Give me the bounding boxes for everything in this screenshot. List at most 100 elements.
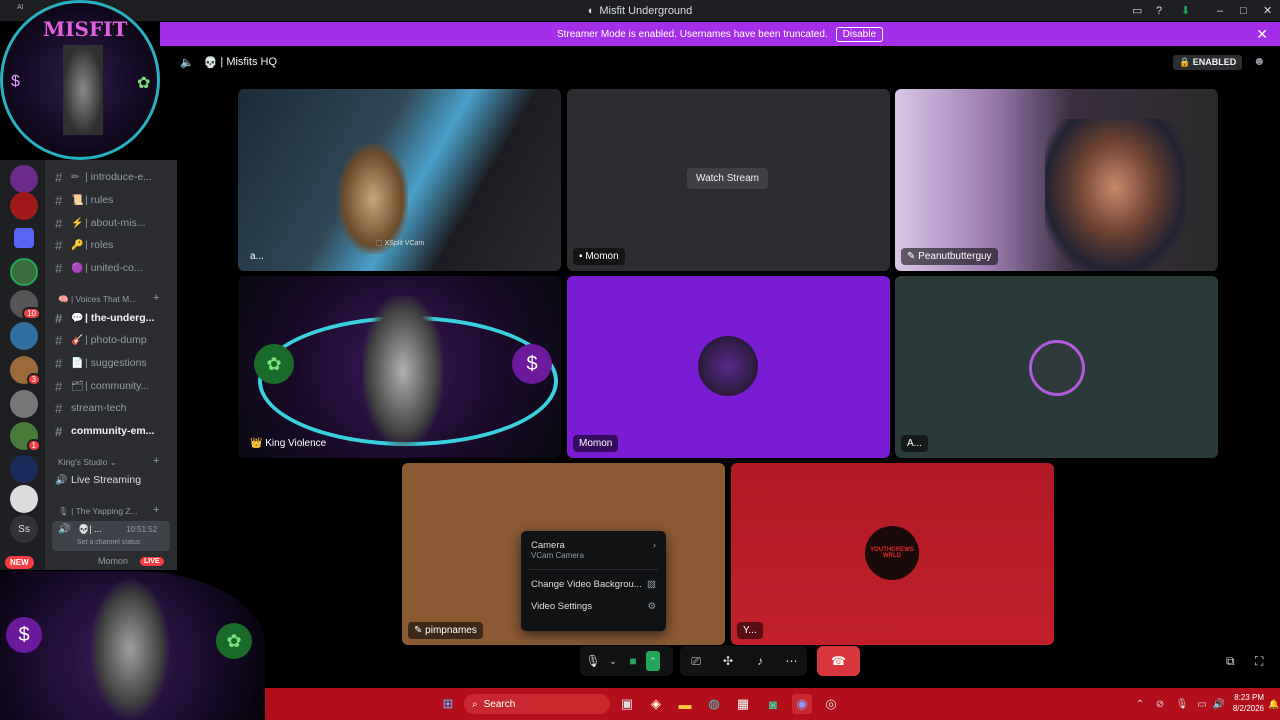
file-explorer-icon[interactable]: ▬: [675, 694, 695, 714]
text-channel-icon: #: [55, 423, 63, 439]
current-voice-channel[interactable]: 🔊 💀| ... 10:51:52 Set a channel status: [52, 521, 170, 551]
network-off-icon[interactable]: ⊘: [1150, 694, 1170, 714]
chevron-down-icon[interactable]: ⌄: [606, 656, 620, 667]
channel-introduce[interactable]: # ✏ | introduce-e...: [55, 167, 152, 187]
members-icon[interactable]: ☻: [1253, 54, 1266, 68]
server-icon[interactable]: [10, 192, 38, 220]
misfit-overlay-logo: MISFIT $ ✿: [0, 0, 160, 160]
disconnect-button[interactable]: ☎: [817, 646, 860, 676]
popout-icon[interactable]: ⧉: [1226, 654, 1235, 669]
change-background-item[interactable]: Change Video Backgrou... ▨: [521, 576, 666, 593]
text-channel-icon: #: [55, 332, 63, 348]
camera-icon[interactable]: ■: [620, 654, 646, 668]
text-channel-icon: #: [55, 260, 63, 276]
channel-rules[interactable]: # 📜 | rules: [55, 190, 113, 210]
category-voices[interactable]: 🧠 | Voices That M...: [58, 294, 136, 305]
server-icon[interactable]: 3: [10, 356, 41, 386]
raccoon-artwork: [363, 296, 443, 446]
close-icon[interactable]: ✕: [1263, 0, 1272, 21]
voice-channel-live-streaming[interactable]: 🔊 Live Streaming: [55, 470, 141, 490]
activities-icon[interactable]: ✣: [712, 654, 744, 668]
voice-channel-name: 💀| ...: [78, 524, 102, 534]
server-icon[interactable]: [10, 390, 38, 418]
start-icon[interactable]: ⊞: [438, 694, 458, 714]
server-icon[interactable]: 10: [10, 290, 41, 320]
copilot-icon[interactable]: ◈: [646, 694, 666, 714]
enabled-badge[interactable]: 🔒 ENABLED: [1173, 55, 1243, 70]
server-icon[interactable]: [10, 258, 38, 286]
discord-icon[interactable]: ◉: [792, 694, 812, 714]
clock[interactable]: 8:23 PM 8/2/2026: [1228, 692, 1264, 714]
leaf-icon: ✿: [216, 623, 252, 659]
channel-community[interactable]: # 🗂 | community...: [55, 376, 149, 396]
video-tile[interactable]: ⬚ XSplit VCam a...: [238, 89, 561, 271]
channel-suggestions[interactable]: # 📄 | suggestions: [55, 353, 147, 373]
text-channel-icon: #: [55, 215, 63, 231]
video-tile[interactable]: YOUTHGREWS WRLD Y...: [731, 463, 1054, 645]
channel-the-underground[interactable]: # 💬 | the-underg...: [55, 308, 154, 328]
add-channel-icon[interactable]: +: [153, 455, 159, 467]
channel-stream-tech[interactable]: # stream-tech: [55, 398, 126, 418]
watch-stream-button[interactable]: Watch Stream: [687, 168, 768, 189]
channel-united[interactable]: # 🟣 | united-co...: [55, 258, 143, 278]
window-title: Misfit Underground: [599, 4, 693, 17]
folder-icon[interactable]: [14, 228, 34, 248]
category-kings-studio[interactable]: King's Studio ⌄: [58, 457, 117, 468]
channel-roles[interactable]: # 🔑 | roles: [55, 235, 113, 255]
video-tile[interactable]: ✿ $ 👑 King Violence: [238, 276, 561, 458]
soundboard-icon[interactable]: ♪: [744, 654, 776, 668]
category-yapping[interactable]: 🎙 | The Yapping Z...: [58, 506, 138, 517]
video-tile[interactable]: ✎ Peanutbutterguy: [895, 89, 1218, 271]
live-badge: LIVE: [140, 556, 164, 566]
mic-icon[interactable]: 🎙: [1172, 694, 1192, 714]
store-icon[interactable]: ▦: [733, 694, 753, 714]
video-settings-item[interactable]: Video Settings ⚙: [521, 598, 666, 615]
add-channel-icon[interactable]: +: [153, 504, 159, 516]
server-icon[interactable]: [10, 485, 38, 513]
chevron-right-icon: ›: [652, 540, 656, 551]
chevron-up-icon[interactable]: ⌃: [646, 651, 660, 671]
task-view-icon[interactable]: ▣: [617, 694, 637, 714]
date: 8/2/2026: [1232, 704, 1264, 713]
screen-share-icon[interactable]: ⎚: [680, 654, 712, 669]
more-icon[interactable]: ⋯: [776, 654, 807, 668]
server-icon[interactable]: [10, 165, 38, 193]
participant-name: Momon: [573, 435, 619, 452]
voice-member[interactable]: Momon LIVE: [98, 556, 164, 566]
add-channel-icon[interactable]: +: [153, 292, 159, 304]
participant-nametag: 👑 King Violence: [250, 438, 327, 449]
streamer-mode-banner: Streamer Mode is enabled. Usernames have…: [160, 22, 1280, 46]
server-icon[interactable]: [10, 455, 38, 483]
channel-status-prompt[interactable]: Set a channel status: [77, 539, 140, 546]
disable-streamer-mode-button[interactable]: Disable: [835, 26, 884, 42]
search-box[interactable]: ⌕ Search: [464, 694, 610, 714]
mic-icon[interactable]: 🎙: [580, 654, 606, 668]
fullscreen-icon[interactable]: ⛶: [1255, 654, 1263, 669]
channel-about[interactable]: # ⚡ | about-mis...: [55, 213, 146, 233]
minimize-icon[interactable]: –: [1217, 0, 1223, 21]
video-tile[interactable]: Momon: [567, 276, 890, 458]
video-tile[interactable]: A...: [895, 276, 1218, 458]
text-channel-icon: #: [55, 310, 63, 326]
maximize-icon[interactable]: □: [1240, 0, 1247, 21]
help-icon[interactable]: ?: [1156, 0, 1162, 21]
notification-icon[interactable]: 🔔: [1264, 694, 1280, 714]
speaker-icon: 🔈: [180, 56, 194, 69]
inbox-icon[interactable]: ▭: [1132, 0, 1142, 21]
dollar-icon: $: [6, 617, 42, 653]
server-icon[interactable]: [10, 322, 38, 350]
download-icon[interactable]: ⬇: [1181, 0, 1190, 21]
server-icon[interactable]: 1: [10, 422, 41, 452]
volume-icon[interactable]: 🔊: [1209, 694, 1229, 714]
text-channel-icon: #: [55, 400, 63, 416]
server-icon[interactable]: Ss: [10, 515, 38, 543]
obs-icon[interactable]: ◎: [821, 694, 841, 714]
skull-icon: 💀: [203, 56, 218, 69]
chevron-up-icon[interactable]: ⌃: [1130, 694, 1150, 714]
edge-icon[interactable]: ◍: [704, 694, 724, 714]
channel-photo-dump[interactable]: # 🎸 | photo-dump: [55, 330, 147, 350]
stream-tile[interactable]: Watch Stream ▪ Momon: [567, 89, 890, 271]
close-icon[interactable]: ✕: [1256, 26, 1268, 43]
app-icon[interactable]: ◙: [763, 694, 783, 714]
channel-community-em[interactable]: # community-em...: [55, 421, 154, 441]
